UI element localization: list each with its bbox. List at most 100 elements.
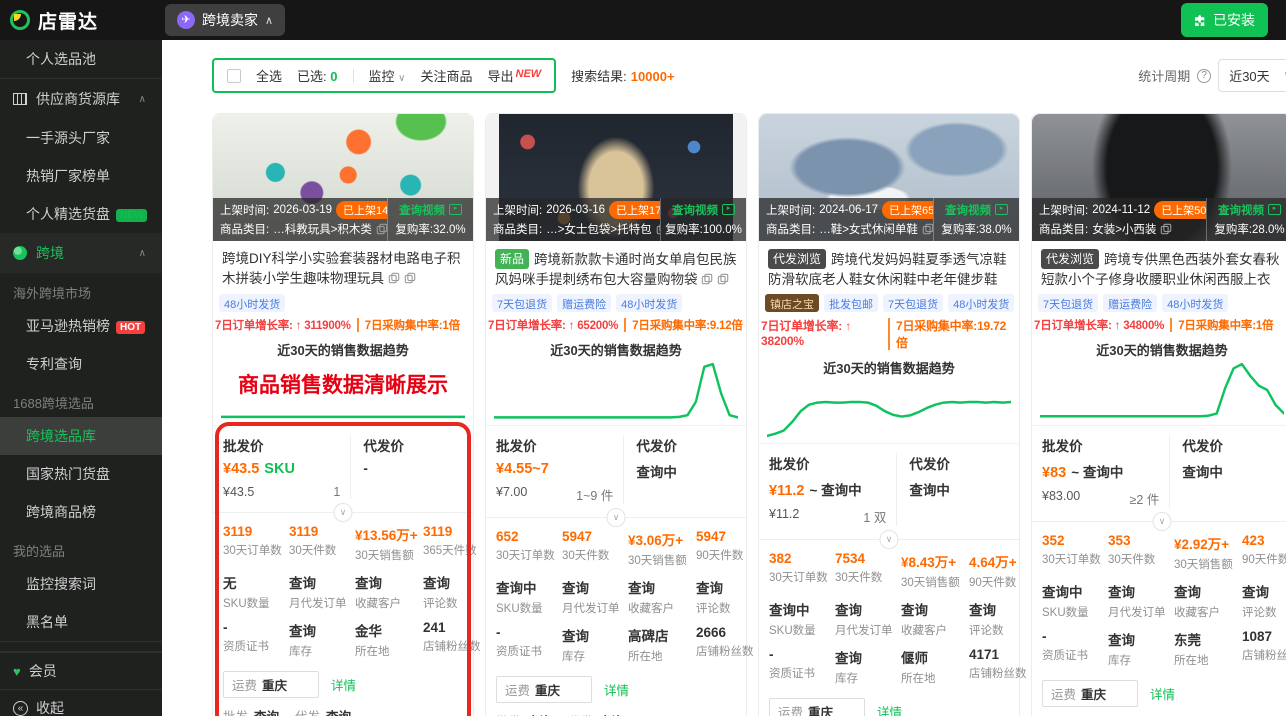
- stat-cell: 查询中 SKU数量: [769, 599, 835, 638]
- select-all-checkbox[interactable]: [227, 68, 241, 83]
- stat-cell: 查询中 SKU数量: [1042, 581, 1108, 620]
- freight-city-select[interactable]: 运费 重庆: [223, 671, 319, 698]
- product-title[interactable]: 代发浏览 跨境专供黑色西装外套女春秋短款小个子修身收腰职业休闲西服上衣: [1032, 241, 1286, 289]
- freight-detail-link[interactable]: 详情: [877, 702, 902, 716]
- freight-city-select[interactable]: 运费 重庆: [769, 698, 865, 716]
- sidebar-item[interactable]: 热销厂家榜单: [0, 157, 162, 195]
- puzzle-icon: [1195, 14, 1205, 26]
- freight-row: 运费 重庆 详情: [1042, 680, 1282, 707]
- stats-section: 批发价 ¥11.2 ~ 查询中 ¥11.2 1 双 代发价 查询中 ∨ 382 30…: [759, 443, 1027, 716]
- expand-chevron-icon[interactable]: ∨: [1152, 512, 1172, 531]
- stat-value[interactable]: 查询: [1108, 629, 1174, 649]
- stat-value[interactable]: 查询: [289, 620, 355, 640]
- stats-section: 批发价 ¥83 ~ 查询中 ¥83.00 ≥2 件 代发价 查询中 ∨ 352 30…: [1032, 425, 1286, 716]
- sidebar-item[interactable]: 国家热门货盘: [0, 455, 162, 493]
- expand-chevron-icon[interactable]: ∨: [879, 530, 899, 549]
- consign-price: -: [363, 461, 368, 476]
- stat-value[interactable]: 查询: [835, 599, 901, 619]
- product-title[interactable]: 跨境DIY科学小实验套装器材电路电子积木拼装小学生趣味物理玩具: [213, 241, 473, 289]
- stat-value[interactable]: 查询: [1242, 581, 1286, 601]
- sidebar-item[interactable]: 黑名单: [0, 603, 162, 641]
- stat-value[interactable]: 查询: [1174, 581, 1242, 601]
- category-value: …鞋>女式休闲单鞋: [819, 223, 918, 236]
- select-all-label[interactable]: 全选: [256, 66, 282, 85]
- consign-inquiry-link[interactable]: 查询: [599, 711, 624, 716]
- stat-value[interactable]: 查询: [423, 572, 481, 592]
- query-video-link[interactable]: 查询视频 ▸: [390, 200, 471, 219]
- stat-value[interactable]: 查询中: [496, 577, 562, 597]
- stat-value[interactable]: 查询: [1108, 581, 1174, 601]
- stat-value[interactable]: 查询中: [769, 599, 835, 619]
- stat-value[interactable]: 查询: [969, 599, 1027, 619]
- stat-value[interactable]: 查询: [289, 572, 355, 592]
- stat-value[interactable]: 查询: [562, 577, 628, 597]
- stat-value: ¥13.56万+: [355, 528, 418, 543]
- copy-icon[interactable]: [376, 223, 387, 235]
- sidebar-footer-item[interactable]: ♥ 会员: [0, 652, 162, 689]
- freight-detail-link[interactable]: 详情: [604, 680, 629, 699]
- wholesale-inquiry-link[interactable]: 查询: [254, 706, 279, 716]
- freight-detail-link[interactable]: 详情: [1150, 684, 1175, 703]
- copy-icon[interactable]: [404, 272, 416, 284]
- stat-value[interactable]: 查询: [835, 647, 901, 667]
- monitor-menu[interactable]: 监控 ∨: [369, 66, 406, 85]
- stat-value[interactable]: 查询: [562, 625, 628, 645]
- sidebar-item[interactable]: 亚马逊热销榜 HOT: [0, 307, 162, 345]
- stat-value[interactable]: 查询: [355, 572, 423, 592]
- stat-label: 评论数: [696, 603, 731, 615]
- stat-value[interactable]: 查询: [628, 577, 696, 597]
- wholesale-inquiry-link[interactable]: 查询: [527, 711, 552, 716]
- stat-label: SKU数量: [769, 625, 816, 637]
- category-value: …>女士包袋>托特包: [546, 223, 652, 236]
- freight-detail-link[interactable]: 详情: [331, 675, 356, 694]
- sidebar-item[interactable]: 一手源头厂家: [0, 119, 162, 157]
- copy-icon[interactable]: [1160, 223, 1172, 235]
- image-overlay: 上架时间:2026-03-19已上架14天 商品类目:…科教玩具>积木类 查询视…: [213, 198, 473, 241]
- help-icon[interactable]: ?: [1197, 68, 1212, 83]
- sidebar-group[interactable]: 跨境 ∧: [0, 233, 162, 273]
- consign-inquiry-link[interactable]: 查询: [326, 706, 351, 716]
- period-select[interactable]: 近30天∨: [1218, 59, 1286, 92]
- expand-chevron-icon[interactable]: ∨: [333, 503, 353, 522]
- role-switcher-button[interactable]: ✈ 跨境卖家 ∧: [165, 4, 286, 36]
- wholesale-inquiry-label: 批发: [496, 711, 521, 716]
- product-image[interactable]: 上架时间:2026-03-16已上架17天 商品类目:…>女士包袋>托特包 查询…: [486, 114, 746, 241]
- stat-label: 90天件数: [696, 550, 744, 562]
- sidebar-group[interactable]: 供应商货源库 ∧: [0, 78, 162, 119]
- export-button[interactable]: 导出 NEW: [487, 66, 541, 85]
- copy-icon[interactable]: [701, 273, 713, 285]
- sidebar-item[interactable]: 个人选品池: [0, 40, 162, 78]
- sidebar-item[interactable]: 跨境商品榜: [0, 493, 162, 531]
- shelf-days-badge: 已上架654天: [882, 200, 933, 219]
- stat-value[interactable]: 查询中: [1042, 581, 1108, 601]
- copy-icon[interactable]: [717, 273, 729, 285]
- product-image[interactable]: 上架时间:2024-11-12已上架506天 商品类目:女装>小西装 查询视频▸…: [1032, 114, 1286, 241]
- copy-icon[interactable]: [388, 272, 400, 284]
- sidebar-item[interactable]: 个人精选货盘 NEW: [0, 195, 162, 233]
- product-title[interactable]: 新品 跨境新款款卡通时尚女单肩包民族风妈咪手提刺绣布包大容量购物袋: [486, 241, 746, 289]
- follow-products-button[interactable]: 关注商品: [420, 66, 472, 85]
- query-video-link[interactable]: 查询视频 ▸: [936, 200, 1017, 219]
- product-title[interactable]: 代发浏览 跨境代发妈妈鞋夏季透气凉鞋防滑软底老人鞋女休闲鞋中老年健步鞋: [759, 241, 1019, 289]
- installed-button[interactable]: 已安装: [1181, 3, 1268, 37]
- stat-cell: ¥8.43万+ 30天销售额: [901, 551, 969, 590]
- query-video-link[interactable]: 查询视频 ▸: [1209, 200, 1286, 219]
- sidebar-item[interactable]: 监控搜索词: [0, 565, 162, 603]
- app-logo[interactable]: 店雷达: [0, 7, 162, 34]
- expand-chevron-icon[interactable]: ∨: [606, 508, 626, 527]
- stat-value[interactable]: 查询: [901, 599, 969, 619]
- product-image[interactable]: 上架时间:2024-06-17已上架654天 商品类目:…鞋>女式休闲单鞋 查询…: [759, 114, 1019, 241]
- freight-city-select[interactable]: 运费 重庆: [1042, 680, 1138, 707]
- freight-city-select[interactable]: 运费 重庆: [496, 676, 592, 703]
- growth-row: 7日订单增长率: ↑ 65200% 7日采购集中率:9.12倍: [486, 314, 746, 333]
- copy-icon[interactable]: [922, 223, 933, 235]
- sidebar-item[interactable]: 专利查询: [0, 345, 162, 383]
- stat-value: 1087: [1242, 629, 1273, 644]
- sidebar-item[interactable]: 跨境选品库: [0, 417, 162, 455]
- sidebar-footer-item[interactable]: «收起: [0, 689, 162, 716]
- stat-value[interactable]: 查询: [696, 577, 754, 597]
- order-growth-rate: 7日订单增长率: ↑ 38200%: [761, 319, 852, 348]
- chevron-up-icon: ∧: [265, 14, 274, 27]
- query-video-link[interactable]: 查询视频 ▸: [663, 200, 744, 219]
- product-image[interactable]: 上架时间:2026-03-19已上架14天 商品类目:…科教玩具>积木类 查询视…: [213, 114, 473, 241]
